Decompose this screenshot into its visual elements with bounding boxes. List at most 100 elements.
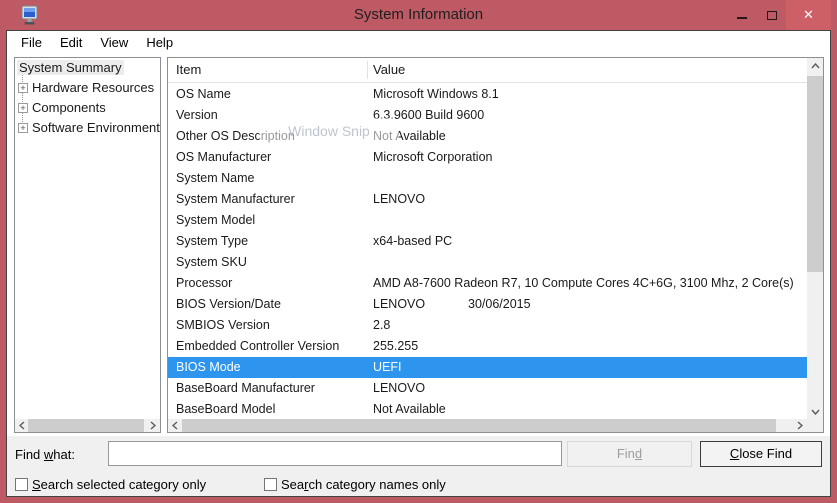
tree-item-hardware-resources[interactable]: + Hardware Resources xyxy=(15,78,160,98)
tree-item-label: Hardware Resources xyxy=(32,78,154,98)
column-header-value[interactable]: Value xyxy=(373,58,405,82)
row-value-label: 6.3.9600 Build 9600 xyxy=(373,105,807,126)
menu-file[interactable]: File xyxy=(12,32,51,53)
row-item-label: System Manufacturer xyxy=(176,189,295,210)
expand-plus-icon[interactable]: + xyxy=(18,103,28,113)
column-divider[interactable] xyxy=(367,61,368,79)
window-title: System Information xyxy=(0,0,837,30)
row-item-label: BIOS Mode xyxy=(176,357,241,378)
menu-edit[interactable]: Edit xyxy=(51,32,91,53)
scroll-down-icon[interactable] xyxy=(807,404,823,419)
row-item-label: System SKU xyxy=(176,252,247,273)
row-item-label: Processor xyxy=(176,273,232,294)
table-row[interactable]: System Model xyxy=(168,210,807,231)
table-row[interactable]: OS Name Microsoft Windows 8.1 xyxy=(168,84,807,105)
row-item-label: BaseBoard Model xyxy=(176,399,275,419)
row-item-label: Version xyxy=(176,105,218,126)
row-value-label: LENOVO xyxy=(373,378,807,399)
row-value-label: Microsoft Corporation xyxy=(373,147,807,168)
table-row[interactable]: System SKU xyxy=(168,252,807,273)
table-row[interactable]: BaseBoard Manufacturer LENOVO xyxy=(168,378,807,399)
tree-item-label: Components xyxy=(32,98,106,118)
window-body: File Edit View Help System Summary + Har… xyxy=(6,30,831,497)
table-vertical-scrollbar[interactable] xyxy=(807,58,823,419)
table-row[interactable]: System Name xyxy=(168,168,807,189)
tree-item-system-summary[interactable]: System Summary xyxy=(15,58,160,78)
row-value-label: x64-based PC xyxy=(373,231,807,252)
find-button[interactable]: Find xyxy=(567,441,692,467)
menu-help[interactable]: Help xyxy=(137,32,182,53)
table-row[interactable]: Processor AMD A8-7600 Radeon R7, 10 Comp… xyxy=(168,273,807,294)
row-item-label: System Type xyxy=(176,231,248,252)
menu-bar: File Edit View Help xyxy=(7,31,830,54)
table-row[interactable]: System Type x64-based PC xyxy=(168,231,807,252)
menu-view[interactable]: View xyxy=(91,32,137,53)
table-row[interactable]: System Manufacturer LENOVO xyxy=(168,189,807,210)
scroll-right-icon[interactable] xyxy=(146,419,160,432)
row-item-label: OS Name xyxy=(176,84,231,105)
row-value-label: LENOVO xyxy=(373,294,807,315)
row-item-label: Embedded Controller Version xyxy=(176,336,339,357)
row-value-label: AMD A8-7600 Radeon R7, 10 Compute Cores … xyxy=(373,273,807,294)
table-horizontal-scrollbar[interactable] xyxy=(168,419,807,432)
close-button[interactable]: ✕ xyxy=(786,0,831,30)
scrollbar-corner xyxy=(807,419,823,432)
tree-horizontal-scrollbar[interactable] xyxy=(15,419,160,432)
row-value-label: LENOVO xyxy=(373,189,807,210)
table-row[interactable]: SMBIOS Version 2.8 xyxy=(168,315,807,336)
find-input[interactable] xyxy=(108,441,562,466)
maximize-icon xyxy=(767,11,777,20)
table-row[interactable]: OS Manufacturer Microsoft Corporation xyxy=(168,147,807,168)
scroll-right-icon[interactable] xyxy=(793,419,807,432)
row-value-label: Not Available xyxy=(373,126,807,147)
close-find-button[interactable]: Close Find xyxy=(700,441,822,467)
table-row[interactable]: Embedded Controller Version 255.255 xyxy=(168,336,807,357)
close-icon: ✕ xyxy=(803,7,814,23)
row-item-label: System Name xyxy=(176,168,255,189)
scrollbar-thumb[interactable] xyxy=(807,76,823,272)
find-what-label: Find what: xyxy=(15,447,75,462)
search-selected-category-checkbox[interactable] xyxy=(15,478,28,491)
window-snip-watermark: Window Snip xyxy=(259,118,399,144)
system-information-window: System Information ✕ File Edit View Help… xyxy=(0,0,837,503)
main-area: System Summary + Hardware Resources + Co… xyxy=(7,54,830,436)
find-bar: Find what: Find Close Find Search select… xyxy=(7,436,830,496)
category-tree: System Summary + Hardware Resources + Co… xyxy=(15,58,160,419)
minimize-button[interactable] xyxy=(727,0,756,30)
row-value-label: 255.255 xyxy=(373,336,807,357)
tree-item-label: Software Environment xyxy=(32,118,160,138)
row-item-label: System Model xyxy=(176,210,255,231)
row-item-label: BaseBoard Manufacturer xyxy=(176,378,315,399)
scrollbar-thumb[interactable] xyxy=(28,419,144,432)
tree-item-label: System Summary xyxy=(17,60,124,75)
row-value-label: UEFI xyxy=(373,357,807,378)
search-category-names-option[interactable]: Search category names only xyxy=(264,477,446,493)
table-row[interactable]: BIOS Version/Date LENOVO 30/06/2015 xyxy=(168,294,807,315)
row-value-label: 2.8 xyxy=(373,315,807,336)
expand-plus-icon[interactable]: + xyxy=(18,123,28,133)
maximize-button[interactable] xyxy=(757,0,786,30)
detail-table-pane: Window Snip Item Value OS Name Microsoft… xyxy=(167,57,824,433)
scroll-up-icon[interactable] xyxy=(807,58,823,73)
scroll-left-icon[interactable] xyxy=(168,419,182,432)
search-selected-category-option[interactable]: Search selected category only xyxy=(15,477,206,493)
table-header: Item Value xyxy=(168,58,807,83)
scroll-left-icon[interactable] xyxy=(15,419,29,432)
table-row[interactable]: BaseBoard Model Not Available xyxy=(168,399,807,419)
scrollbar-thumb[interactable] xyxy=(182,419,776,432)
category-tree-pane: System Summary + Hardware Resources + Co… xyxy=(14,57,161,433)
row-value-label: Microsoft Windows 8.1 xyxy=(373,84,807,105)
column-header-item[interactable]: Item xyxy=(176,58,201,82)
expand-plus-icon[interactable]: + xyxy=(18,83,28,93)
row-item-label: BIOS Version/Date xyxy=(176,294,281,315)
tree-item-components[interactable]: + Components xyxy=(15,98,160,118)
table-row-selected[interactable]: BIOS Mode UEFI xyxy=(168,357,807,378)
row-item-label: OS Manufacturer xyxy=(176,147,271,168)
search-category-names-checkbox[interactable] xyxy=(264,478,277,491)
title-bar[interactable]: System Information ✕ xyxy=(0,0,837,30)
minimize-icon xyxy=(737,17,747,19)
row-value2-label: 30/06/2015 xyxy=(468,294,531,315)
row-item-label: SMBIOS Version xyxy=(176,315,270,336)
row-value-label: Not Available xyxy=(373,399,807,419)
tree-item-software-environment[interactable]: + Software Environment xyxy=(15,118,160,138)
